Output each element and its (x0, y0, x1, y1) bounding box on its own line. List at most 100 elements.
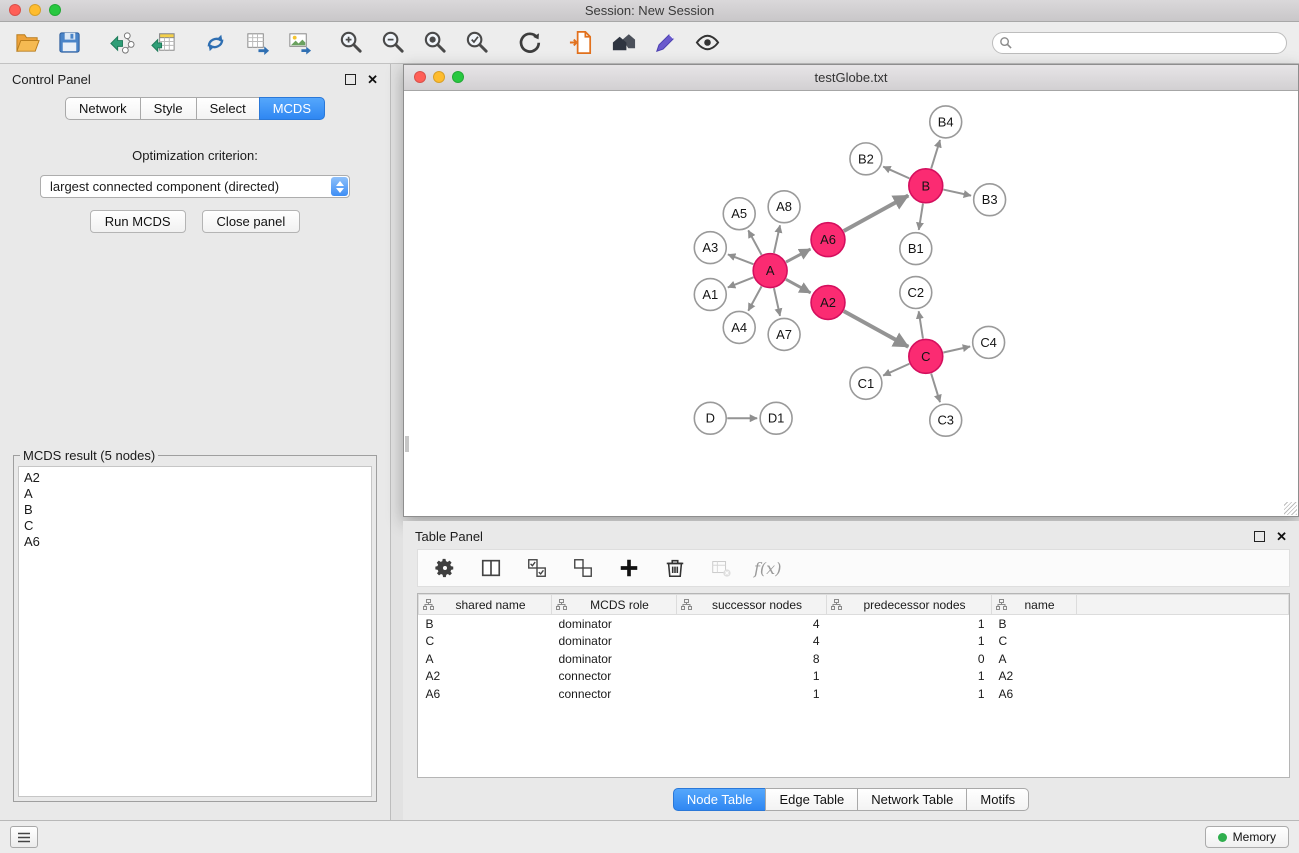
edge-A-A5[interactable] (748, 230, 761, 254)
graph-node-C1[interactable]: C1 (850, 367, 882, 399)
tab-edge-table[interactable]: Edge Table (765, 788, 858, 811)
graph-node-A6[interactable]: A6 (811, 223, 845, 257)
edge-A-A8[interactable] (774, 225, 780, 253)
resize-grip[interactable] (1284, 502, 1297, 515)
edge-C-C2[interactable] (919, 311, 923, 338)
graph-node-C2[interactable]: C2 (900, 277, 932, 309)
home-icon[interactable] (608, 28, 638, 58)
gear-icon[interactable] (432, 555, 458, 581)
network-canvas[interactable]: B4B2BB3A5A8A6A3B1AC2A1A2A4A7C4CC1C3DD1 (404, 91, 1298, 516)
close-window-button[interactable] (9, 4, 21, 16)
tab-node-table[interactable]: Node Table (673, 788, 767, 811)
graph-node-A2[interactable]: A2 (811, 286, 845, 320)
column-header-successor-nodes[interactable]: successor nodes (677, 595, 827, 615)
edge-A-A1[interactable] (728, 277, 754, 287)
table-row[interactable]: Adominator80A (419, 650, 1289, 668)
edge-B-B1[interactable] (919, 204, 923, 230)
close-table-panel-icon[interactable]: ✕ (1276, 532, 1287, 542)
add-row-icon[interactable] (616, 555, 642, 581)
edge-C-C1[interactable] (883, 364, 909, 376)
edge-A-A7[interactable] (774, 288, 780, 316)
edge-C-C4[interactable] (943, 346, 970, 352)
graph-node-A7[interactable]: A7 (768, 318, 800, 350)
column-header-mcds-role[interactable]: MCDS role (552, 595, 677, 615)
table-export-icon[interactable] (242, 28, 272, 58)
list-item[interactable]: C (24, 518, 366, 534)
float-panel-icon[interactable] (345, 74, 356, 85)
save-session-icon[interactable] (54, 28, 84, 58)
table-row[interactable]: A6connector11A6 (419, 685, 1289, 703)
graph-node-A1[interactable]: A1 (694, 279, 726, 311)
graph-node-A4[interactable]: A4 (723, 311, 755, 343)
search-input[interactable] (992, 32, 1287, 54)
close-panel-button[interactable]: Close panel (202, 210, 301, 233)
select-all-icon[interactable] (524, 555, 550, 581)
graph-node-B1[interactable]: B1 (900, 233, 932, 265)
minimize-window-button[interactable] (29, 4, 41, 16)
column-header-shared-name[interactable]: shared name (419, 595, 552, 615)
zoom-fit-icon[interactable] (420, 28, 450, 58)
image-export-icon[interactable] (284, 28, 314, 58)
network-arrows-icon[interactable] (200, 28, 230, 58)
export-document-icon[interactable] (566, 28, 596, 58)
memory-button[interactable]: Memory (1205, 826, 1289, 848)
tab-mcds[interactable]: MCDS (259, 97, 325, 120)
graph-node-A3[interactable]: A3 (694, 232, 726, 264)
graph-node-B3[interactable]: B3 (974, 184, 1006, 216)
run-mcds-button[interactable]: Run MCDS (90, 210, 186, 233)
edge-B-B4[interactable] (931, 140, 940, 169)
zoom-in-icon[interactable] (336, 28, 366, 58)
delete-row-icon[interactable] (662, 555, 688, 581)
float-table-panel-icon[interactable] (1254, 531, 1265, 542)
column-header-predecessor-nodes[interactable]: predecessor nodes (827, 595, 992, 615)
zoom-selected-icon[interactable] (462, 28, 492, 58)
close-panel-icon[interactable]: ✕ (367, 75, 378, 85)
column-insert-icon[interactable] (478, 555, 504, 581)
zoom-out-icon[interactable] (378, 28, 408, 58)
eye-icon[interactable] (692, 28, 722, 58)
graph-node-D[interactable]: D (694, 402, 726, 434)
list-item[interactable]: A2 (24, 470, 366, 486)
edge-B-B3[interactable] (943, 190, 971, 196)
graph-node-B[interactable]: B (909, 169, 943, 203)
list-item[interactable]: B (24, 502, 366, 518)
network-minimize-button[interactable] (433, 71, 445, 83)
list-item[interactable]: A (24, 486, 366, 502)
graph-node-C4[interactable]: C4 (973, 326, 1005, 358)
table-row[interactable]: A2connector11A2 (419, 668, 1289, 686)
table-row[interactable]: Bdominator41B (419, 615, 1289, 633)
edge-A-A2[interactable] (786, 279, 811, 293)
tab-motifs[interactable]: Motifs (966, 788, 1029, 811)
edge-A-A6[interactable] (786, 249, 810, 262)
panel-toggle-button[interactable] (10, 826, 38, 848)
criterion-dropdown[interactable]: largest connected component (directed) (40, 175, 350, 198)
graph-node-A[interactable]: A (753, 254, 787, 288)
refresh-icon[interactable] (514, 28, 544, 58)
open-file-icon[interactable] (12, 28, 42, 58)
import-table-icon[interactable] (148, 28, 178, 58)
deselect-all-icon[interactable] (570, 555, 596, 581)
graph-node-B2[interactable]: B2 (850, 143, 882, 175)
tab-network[interactable]: Network (65, 97, 141, 120)
tab-style[interactable]: Style (140, 97, 197, 120)
graph-node-D1[interactable]: D1 (760, 402, 792, 434)
column-header-name[interactable]: name (992, 595, 1077, 615)
zoom-window-button[interactable] (49, 4, 61, 16)
mcds-result-list[interactable]: A2ABCA6 (18, 466, 372, 797)
import-network-icon[interactable] (106, 28, 136, 58)
list-item[interactable]: A6 (24, 534, 366, 550)
tab-network-table[interactable]: Network Table (857, 788, 967, 811)
graph-node-A8[interactable]: A8 (768, 191, 800, 223)
network-zoom-button[interactable] (452, 71, 464, 83)
graph-node-B4[interactable]: B4 (930, 106, 962, 138)
tab-select[interactable]: Select (196, 97, 260, 120)
pen-icon[interactable] (650, 28, 680, 58)
edge-B-B2[interactable] (883, 167, 909, 179)
edge-A-A3[interactable] (728, 254, 753, 264)
edge-A2-C[interactable] (844, 311, 909, 347)
table-row[interactable]: Cdominator41C (419, 633, 1289, 651)
edge-C-C3[interactable] (931, 374, 940, 403)
graph-node-C[interactable]: C (909, 339, 943, 373)
network-close-button[interactable] (414, 71, 426, 83)
edge-A6-B[interactable] (844, 195, 909, 231)
